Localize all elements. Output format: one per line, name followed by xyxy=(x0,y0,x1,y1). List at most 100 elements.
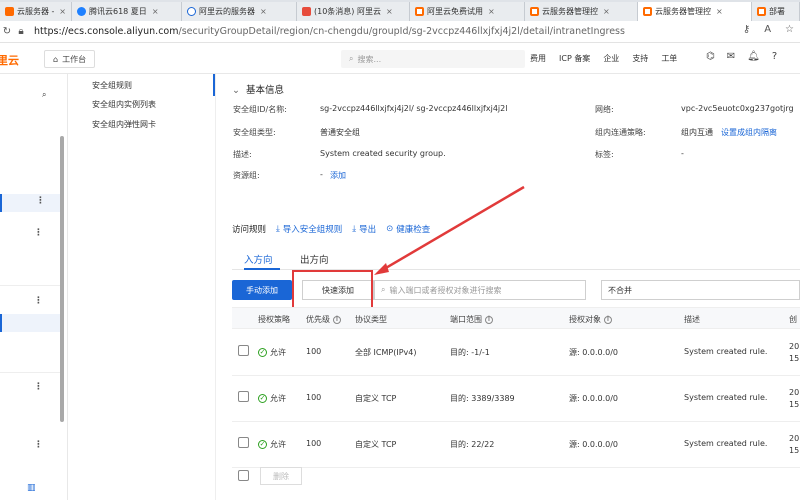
import-rules-link[interactable]: ⤓ 导入安全组规则 xyxy=(276,223,342,235)
rule-search-input[interactable]: ⌕ 输入端口或者授权对象进行搜索 xyxy=(374,280,586,300)
favorite-icon[interactable]: ☆ xyxy=(785,24,794,35)
nav-link-billing[interactable]: 费用 xyxy=(530,53,546,64)
more-icon[interactable]: ⋮ xyxy=(34,382,43,392)
tab-outbound[interactable]: 出方向 xyxy=(300,252,329,266)
col-label: 授权策略 xyxy=(258,315,290,324)
sidebar-item[interactable]: ⋮ xyxy=(0,294,60,312)
sidebar-item[interactable]: ⋮ xyxy=(0,226,60,244)
reload-icon[interactable]: ↻ xyxy=(0,26,14,37)
close-icon[interactable]: × xyxy=(716,7,723,16)
more-icon[interactable]: ⋮ xyxy=(34,296,43,306)
field-label: 安全组ID/名称: xyxy=(233,105,287,114)
created-cell: 20 15 xyxy=(789,341,799,365)
close-icon[interactable]: × xyxy=(260,7,267,16)
basic-info-header[interactable]: ⌄ 基本信息 xyxy=(232,82,284,96)
intra-group-policy: 组内互通 xyxy=(681,128,713,137)
sidebar-item-selected[interactable] xyxy=(0,314,60,332)
url-field[interactable]: https://ecs.console.aliyun.com/securityG… xyxy=(34,26,625,37)
close-icon[interactable]: × xyxy=(152,7,159,16)
security-group-id: sg-2vccpz446llxjfxj4j2l/ sg-2vccpz446llx… xyxy=(320,104,508,113)
sidebar-item[interactable]: ⋮ xyxy=(0,438,60,456)
collapse-icon[interactable]: ▥ xyxy=(27,483,36,493)
info-icon[interactable]: i xyxy=(604,315,612,324)
tab-title: 云服务器管理控 xyxy=(655,7,711,16)
aliyun-favicon-icon xyxy=(415,7,424,16)
message-icon[interactable]: ✉ xyxy=(727,51,735,62)
tab-title: 部署 xyxy=(769,7,785,16)
export-link[interactable]: ⤓ 导出 xyxy=(352,223,376,235)
brand-logo[interactable]: 阿里云 xyxy=(0,52,19,68)
info-icon[interactable]: i xyxy=(485,315,493,324)
col-label: 端口范围 xyxy=(450,315,482,324)
merge-select[interactable]: 不合并 xyxy=(601,280,800,300)
active-indicator xyxy=(213,74,215,96)
row-checkbox[interactable] xyxy=(238,345,249,356)
nav-link-enterprise[interactable]: 企业 xyxy=(603,53,619,64)
close-icon[interactable]: × xyxy=(386,7,393,16)
set-isolation-link[interactable]: 设置成组内隔离 xyxy=(721,127,777,138)
close-icon[interactable]: × xyxy=(488,7,495,16)
row-checkbox[interactable] xyxy=(238,437,249,448)
global-search-input[interactable]: ⌕ 搜索... xyxy=(341,50,525,68)
col-label: 描述 xyxy=(684,315,700,324)
nav-link-icp[interactable]: ICP 备案 xyxy=(559,53,590,64)
browser-tab[interactable]: 云服务器管理控 × xyxy=(525,2,638,21)
col-source: 授权对象 i xyxy=(569,314,612,325)
tab-title: 阿里云的服务器 xyxy=(199,7,255,16)
more-icon[interactable]: ⋮ xyxy=(34,440,43,450)
created-cell: 20 15 xyxy=(789,433,799,457)
created-line: 15 xyxy=(789,354,800,363)
tab-inbound[interactable]: 入方向 xyxy=(244,252,273,266)
delete-button[interactable]: 删除 xyxy=(260,467,302,485)
cloud-shell-icon[interactable]: ⌬ xyxy=(706,51,715,62)
table-row: ✓ 允许 100 自定义 TCP 目的: 22/22 源: 0.0.0.0/0 S… xyxy=(232,422,800,468)
help-icon[interactable]: ? xyxy=(772,51,777,62)
policy-cell: ✓ 允许 xyxy=(258,347,286,358)
tab-title: 云服务器 - 控 xyxy=(17,7,55,16)
port-cell: 目的: 3389/3389 xyxy=(450,394,515,403)
sidebar-item-selected[interactable]: ⋮ xyxy=(0,194,60,212)
aliyun-favicon-icon xyxy=(643,7,652,16)
submenu-item-instances[interactable]: 安全组内实例列表 xyxy=(92,99,156,110)
health-check-link[interactable]: ⊙ 健康检查 xyxy=(386,223,430,235)
browser-tab[interactable]: 腾讯云618 夏日 × xyxy=(72,2,182,21)
browser-tab[interactable]: 阿里云的服务器 × xyxy=(182,2,297,21)
sidebar-item[interactable]: ⋮ xyxy=(0,380,60,398)
close-icon[interactable]: × xyxy=(59,7,66,16)
policy-text: 允许 xyxy=(270,348,286,357)
notification-bell-icon[interactable]: 🔔︎ xyxy=(747,51,760,62)
browser-tab-active[interactable]: 云服务器管理控 × xyxy=(638,2,752,21)
row-checkbox[interactable] xyxy=(238,391,249,402)
table-row: ✓ 允许 100 全部 ICMP(IPv4) 目的: -1/-1 源: 0.0.0… xyxy=(232,330,800,376)
read-aloud-icon[interactable]: A xyxy=(764,24,771,35)
description-cell: System created rule. xyxy=(684,347,768,356)
col-port: 端口范围 i xyxy=(450,314,493,325)
search-icon[interactable]: ⌕ xyxy=(42,90,46,100)
nav-link-ticket[interactable]: 工单 xyxy=(661,53,677,64)
add-resource-group-link[interactable]: 添加 xyxy=(330,170,346,181)
close-icon[interactable]: × xyxy=(603,7,610,16)
browser-tab[interactable]: 阿里云免费试用 × xyxy=(410,2,525,21)
select-all-checkbox[interactable] xyxy=(238,470,249,481)
check-circle-icon: ✓ xyxy=(258,440,267,449)
key-icon[interactable]: ⚷ xyxy=(743,24,750,35)
more-icon[interactable]: ⋮ xyxy=(36,196,45,206)
submenu-item-rules[interactable]: 安全组规则 xyxy=(92,80,132,91)
nav-link-support[interactable]: 支持 xyxy=(632,53,648,64)
import-icon: ⤓ xyxy=(276,224,280,234)
tab-title: 阿里云免费试用 xyxy=(427,7,483,16)
submenu-item-eni[interactable]: 安全组内弹性网卡 xyxy=(92,119,156,130)
search-favicon-icon xyxy=(187,7,196,16)
browser-tab[interactable]: (10条消息) 阿里云 × xyxy=(297,2,410,21)
sidebar-scrollbar[interactable] xyxy=(60,136,64,422)
browser-tab[interactable]: 部署 xyxy=(752,2,800,21)
manual-add-button[interactable]: 手动添加 xyxy=(232,280,292,300)
info-icon[interactable]: i xyxy=(333,315,341,324)
workbench-button[interactable]: ⌂ 工作台 xyxy=(44,50,96,68)
col-description: 描述 xyxy=(684,314,700,325)
lock-icon[interactable]: 🔒︎ xyxy=(14,26,28,37)
more-icon[interactable]: ⋮ xyxy=(34,228,43,238)
created-line: 20 xyxy=(789,388,800,397)
col-protocol: 协议类型 xyxy=(355,314,387,325)
browser-tab[interactable]: 云服务器 - 控 × xyxy=(0,2,72,21)
